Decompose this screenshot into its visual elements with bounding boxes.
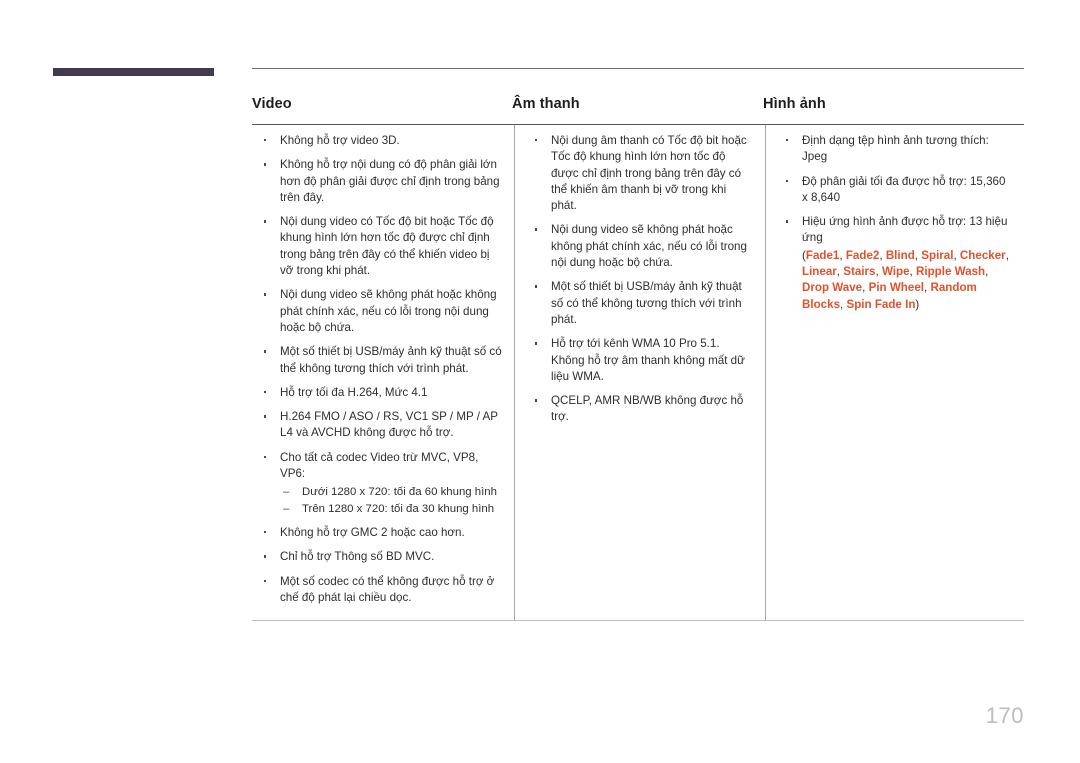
bullet-dot-icon <box>264 579 267 582</box>
list-item: Cho tất cả codec Video trừ MVC, VP8, VP6… <box>256 450 504 517</box>
bullet-dot-icon <box>264 455 267 459</box>
dash-bullet-icon: – <box>283 502 290 515</box>
bullet-dot-icon <box>535 139 538 142</box>
list-item-text: Định dạng tệp hình ảnh tương thích: Jpeg <box>802 134 989 164</box>
effect-name: Wipe <box>881 265 910 279</box>
bullet-dot-icon <box>264 530 267 534</box>
list-item: Một số thiết bị USB/máy ảnh kỹ thuật số … <box>527 279 755 328</box>
list-item: Hiệu ứng hình ảnh được hỗ trợ: 13 hiệu ứ… <box>778 214 1014 313</box>
list-item-text: Nội dung video sẽ không phát hoặc không … <box>551 223 747 270</box>
dash-bullet-icon: – <box>283 486 290 499</box>
list-item: Không hỗ trợ GMC 2 hoặc cao hơn. <box>256 525 504 541</box>
list-item: Một số thiết bị USB/máy ảnh kỹ thuật số … <box>256 344 504 377</box>
bullet-dot-icon <box>786 139 789 142</box>
list-item-text: Hiệu ứng hình ảnh được hỗ trợ: 13 hiệu ứ… <box>802 215 1008 245</box>
list-item-text: Không hỗ trợ nội dung có độ phân giải lớ… <box>280 158 500 204</box>
table-column-image: Định dạng tệp hình ảnh tương thích: Jpeg… <box>765 125 1024 621</box>
effect-separator: , <box>985 265 989 279</box>
list-item-text: Hỗ trợ tối đa H.264, Mức 4.1 <box>280 385 428 399</box>
list-item: Nội dung video sẽ không phát hoặc không … <box>527 222 755 271</box>
effect-name: Spin Fade In <box>846 297 916 311</box>
list-item: Độ phân giải tối đa được hỗ trợ: 15,360 … <box>778 174 1014 207</box>
effect-name: Pin Wheel <box>868 281 924 295</box>
list-item: H.264 FMO / ASO / RS, VC1 SP / MP / AP L… <box>256 409 504 442</box>
effect-name: Fade1 <box>805 248 840 262</box>
bullet-dot-icon <box>535 399 538 402</box>
list-item: Nội dung âm thanh có Tốc độ bit hoặc Tốc… <box>527 133 755 214</box>
specification-table: Không hỗ trợ video 3D. Không hỗ trợ nội d… <box>252 124 1024 622</box>
effect-name: Spiral <box>921 248 954 262</box>
effect-name: Checker <box>959 248 1006 262</box>
bullet-dot-icon <box>264 415 267 418</box>
sub-list-item: – Dưới 1280 x 720: tối đa 60 khung hình <box>280 484 504 500</box>
header-rule <box>252 68 1024 69</box>
bullet-dot-icon <box>264 220 267 223</box>
effect-name: Ripple Wash <box>915 265 986 279</box>
list-item-text: Một số thiết bị USB/máy ảnh kỹ thuật số … <box>551 280 742 326</box>
list-item: QCELP, AMR NB/WB không được hỗ trợ. <box>527 393 755 426</box>
list-item-text: Nội dung video có Tốc độ bit hoặc Tốc độ… <box>280 215 494 278</box>
sub-list-item-text: Trên 1280 x 720: tối đa 30 khung hình <box>302 502 495 515</box>
list-item-text: Không hỗ trợ GMC 2 hoặc cao hơn. <box>280 525 465 539</box>
column-heading-video: Video <box>252 96 292 112</box>
bullet-dot-icon <box>264 293 267 296</box>
list-item-text: Không hỗ trợ video 3D. <box>280 134 400 147</box>
effect-name: Stairs <box>843 265 876 279</box>
table-column-audio: Nội dung âm thanh có Tốc độ bit hoặc Tốc… <box>514 125 765 621</box>
list-item: Chỉ hỗ trợ Thông số BD MVC. <box>256 549 504 565</box>
bullet-dot-icon <box>264 163 267 166</box>
chapter-tab-marker <box>53 68 214 76</box>
bullet-dot-icon <box>264 350 267 353</box>
sub-list-item: – Trên 1280 x 720: tối đa 30 khung hình <box>280 501 504 517</box>
column-heading-image: Hình ảnh <box>763 96 826 112</box>
list-item-text: Nội dung video sẽ không phát hoặc không … <box>280 288 497 334</box>
list-item: Nội dung video sẽ không phát hoặc không … <box>256 287 504 336</box>
list-item: Một số codec có thể không được hỗ trợ ở … <box>256 574 504 607</box>
bullet-dot-icon <box>786 220 789 223</box>
list-item-text: Chỉ hỗ trợ Thông số BD MVC. <box>280 550 435 564</box>
bullet-list-image: Định dạng tệp hình ảnh tương thích: Jpeg… <box>778 133 1014 313</box>
effect-name: Blind <box>885 248 915 262</box>
bullet-dot-icon <box>535 342 538 345</box>
effect-name: Linear <box>802 265 837 279</box>
effect-name: Drop Wave <box>802 281 863 295</box>
sub-bullet-list: – Dưới 1280 x 720: tối đa 60 khung hình – T… <box>280 484 504 517</box>
list-item: Hỗ trợ tối đa H.264, Mức 4.1 <box>256 385 504 401</box>
page-number: 170 <box>985 703 1024 728</box>
bullet-dot-icon <box>786 179 789 182</box>
sub-list-item-text: Dưới 1280 x 720: tối đa 60 khung hình <box>302 486 497 499</box>
list-item-text: Một số codec có thể không được hỗ trợ ở … <box>280 574 495 604</box>
image-effects-list: (Fade1, Fade2, Blind, Spiral, Checker, L… <box>802 248 1014 313</box>
bullet-dot-icon <box>264 390 267 394</box>
bullet-list-video: Không hỗ trợ video 3D. Không hỗ trợ nội d… <box>256 133 504 606</box>
list-item-text: H.264 FMO / ASO / RS, VC1 SP / MP / AP L… <box>280 410 498 440</box>
table-column-video: Không hỗ trợ video 3D. Không hỗ trợ nội d… <box>252 125 514 620</box>
list-item-text: QCELP, AMR NB/WB không được hỗ trợ. <box>551 394 744 424</box>
list-item-text: Hỗ trợ tới kênh WMA 10 Pro 5.1. Không hỗ… <box>551 337 745 383</box>
list-item-text: Độ phân giải tối đa được hỗ trợ: 15,360 … <box>802 174 1006 204</box>
list-item-text: Một số thiết bị USB/máy ảnh kỹ thuật số … <box>280 345 502 375</box>
effects-close-paren: ) <box>915 297 920 311</box>
list-item: Hỗ trợ tới kênh WMA 10 Pro 5.1. Không hỗ… <box>527 336 755 385</box>
list-item: Định dạng tệp hình ảnh tương thích: Jpeg <box>778 133 1014 166</box>
bullet-dot-icon <box>535 228 538 231</box>
effect-separator: , <box>1005 248 1009 262</box>
bullet-list-audio: Nội dung âm thanh có Tốc độ bit hoặc Tốc… <box>527 133 755 426</box>
effect-name: Fade2 <box>845 248 880 262</box>
list-item-text: Nội dung âm thanh có Tốc độ bit hoặc Tốc… <box>551 134 747 213</box>
list-item: Nội dung video có Tốc độ bit hoặc Tốc độ… <box>256 214 504 279</box>
column-headings: Video Âm thanh Hình ảnh <box>252 96 1024 118</box>
list-item-text: Cho tất cả codec Video trừ MVC, VP8, VP6… <box>280 450 479 481</box>
column-heading-audio: Âm thanh <box>512 96 580 112</box>
bullet-dot-icon <box>264 139 267 142</box>
bullet-dot-icon <box>264 555 267 558</box>
list-item: Không hỗ trợ video 3D. <box>256 133 504 149</box>
bullet-dot-icon <box>535 285 538 288</box>
list-item: Không hỗ trợ nội dung có độ phân giải lớ… <box>256 157 504 206</box>
